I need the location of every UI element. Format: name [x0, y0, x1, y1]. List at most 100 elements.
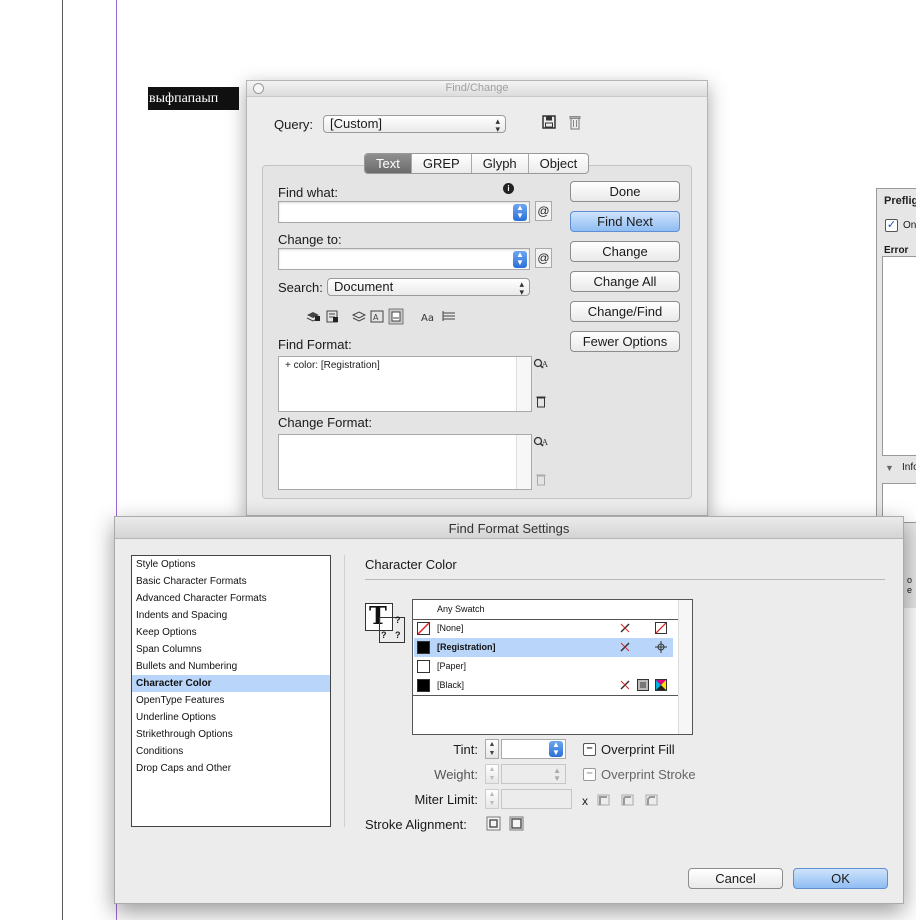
clear-find-format-icon[interactable]: [535, 395, 547, 413]
find-next-button[interactable]: Find Next: [570, 211, 680, 232]
swatch-paper[interactable]: [Paper]: [414, 657, 673, 676]
category-style-options[interactable]: Style Options: [132, 556, 330, 573]
category-indents-and-spacing[interactable]: Indents and Spacing: [132, 607, 330, 624]
category-drop-caps-and-other[interactable]: Drop Caps and Other: [132, 760, 330, 777]
preflight-info-label: Info: [902, 462, 916, 473]
info-icon[interactable]: i: [503, 183, 514, 194]
case-sensitive-icon: Aa: [421, 313, 434, 324]
miter-limit-label: Miter Limit:: [414, 792, 478, 807]
tab-object[interactable]: Object: [529, 154, 589, 173]
specify-find-format-icon[interactable]: A: [533, 358, 549, 377]
change-to-input[interactable]: ▲ ▼: [278, 248, 530, 270]
tab-text[interactable]: Text: [365, 154, 412, 173]
category-keep-options[interactable]: Keep Options: [132, 624, 330, 641]
process-color-icon: [637, 679, 649, 691]
swatch-any-swatch[interactable]: Any Swatch: [414, 600, 673, 619]
search-option-toggles: A Aa: [305, 307, 465, 325]
find-what-history-icon[interactable]: ▲ ▼: [513, 204, 527, 221]
category-opentype-features[interactable]: OpenType Features: [132, 692, 330, 709]
change-format-scrollbar[interactable]: [516, 435, 531, 489]
svg-text:A: A: [541, 438, 548, 447]
query-label: Query:: [274, 117, 314, 132]
change-find-button[interactable]: Change/Find: [570, 301, 680, 322]
overprint-fill-label: Overprint Fill: [601, 742, 675, 757]
delete-query-icon[interactable]: [567, 115, 583, 133]
registration-swatch-chip: [417, 641, 430, 654]
cancel-button[interactable]: Cancel: [688, 868, 783, 889]
change-format-box[interactable]: [278, 434, 532, 490]
change-all-button[interactable]: Change All: [570, 271, 680, 292]
find-change-titlebar[interactable]: Find/Change: [247, 81, 707, 97]
none-icon: [655, 622, 667, 634]
page-edge-line: [62, 0, 63, 920]
find-what-input[interactable]: ▲ ▼: [278, 201, 530, 223]
tab-grep[interactable]: GREP: [412, 154, 472, 173]
find-format-scrollbar[interactable]: [516, 357, 531, 411]
category-conditions[interactable]: Conditions: [132, 743, 330, 760]
cannot-edit-icon: [619, 679, 631, 691]
ok-button[interactable]: OK: [793, 868, 888, 889]
change-special-character-button[interactable]: @: [535, 248, 552, 268]
tint-label: Tint:: [453, 742, 478, 757]
query-value: [Custom]: [330, 116, 383, 131]
search-scope-dropdown[interactable]: Document ▴ ▾: [327, 278, 530, 297]
swatch-list-bottom-line: [413, 695, 679, 696]
find-format-label: Find Format:: [278, 337, 352, 352]
change-format-label: Change Format:: [278, 415, 372, 430]
cannot-edit-icon: [619, 641, 631, 653]
include-locked-layers-icon: [306, 312, 320, 322]
tint-dropdown-icon[interactable]: ▲ ▼: [549, 741, 563, 757]
include-footnotes-icon: [388, 308, 404, 325]
section-rule: [365, 579, 885, 580]
miter-limit-stepper: ▲ ▼: [485, 789, 499, 809]
swatch-black[interactable]: [Black]: [414, 676, 673, 695]
preflight-on-checkbox[interactable]: ✓: [885, 219, 898, 232]
search-label: Search:: [278, 280, 323, 295]
save-query-icon[interactable]: [541, 115, 557, 132]
tint-stepper[interactable]: ▲ ▼: [485, 739, 499, 759]
category-bullets-and-numbering[interactable]: Bullets and Numbering: [132, 658, 330, 675]
change-button[interactable]: Change: [570, 241, 680, 262]
specify-change-format-icon[interactable]: A: [533, 436, 549, 455]
fill-stroke-text-icon[interactable]: T ? ? ?: [365, 601, 405, 643]
category-advanced-character-formats[interactable]: Advanced Character Formats: [132, 590, 330, 607]
weight-dropdown-icon: ▲ ▼: [553, 766, 561, 783]
find-format-settings-dialog: Find Format Settings Style Options Basic…: [114, 516, 904, 904]
category-divider: [344, 555, 345, 827]
stroke-unknown-icon-2: ?: [395, 630, 401, 640]
preflight-error-list[interactable]: [882, 256, 916, 456]
popup-arrows-icon: ▴ ▾: [519, 279, 524, 297]
swatch-none[interactable]: [None]: [414, 619, 673, 638]
overprint-stroke-checkbox: –: [583, 768, 596, 781]
category-underline-options[interactable]: Underline Options: [132, 709, 330, 726]
find-format-box[interactable]: + color: [Registration]: [278, 356, 532, 412]
fill-unknown-icon: ?: [395, 615, 401, 625]
join-type-icons: [597, 793, 661, 812]
preflight-on-label: On: [903, 220, 916, 231]
category-character-color[interactable]: Character Color: [132, 675, 330, 692]
done-button[interactable]: Done: [570, 181, 680, 202]
stroke-alignment-label: Stroke Alignment:: [365, 817, 467, 832]
tab-glyph[interactable]: Glyph: [472, 154, 529, 173]
overprint-stroke-label: Overprint Stroke: [601, 767, 696, 782]
selected-document-text[interactable]: выфпапаып: [148, 87, 239, 110]
change-to-history-icon[interactable]: ▲ ▼: [513, 251, 527, 268]
fewer-options-button[interactable]: Fewer Options: [570, 331, 680, 352]
format-category-list: Style Options Basic Character Formats Ad…: [131, 555, 331, 827]
category-strikethrough-options[interactable]: Strikethrough Options: [132, 726, 330, 743]
tint-field[interactable]: ▲ ▼: [501, 739, 566, 759]
none-swatch-chip: [417, 622, 430, 635]
overprint-fill-checkbox[interactable]: –: [583, 743, 596, 756]
swatch-registration[interactable]: [Registration]: [414, 638, 673, 657]
find-special-character-button[interactable]: @: [535, 201, 552, 221]
category-span-columns[interactable]: Span Columns: [132, 641, 330, 658]
query-dropdown[interactable]: [Custom] ▴ ▾: [323, 115, 506, 134]
disclosure-triangle-icon[interactable]: ▼: [885, 463, 894, 473]
preflight-bottom-text: o e: [907, 575, 913, 595]
black-swatch-chip: [417, 679, 430, 692]
preflight-title: Preflig: [884, 195, 916, 207]
category-basic-character-formats[interactable]: Basic Character Formats: [132, 573, 330, 590]
find-format-settings-titlebar[interactable]: Find Format Settings: [115, 517, 903, 539]
search-scope-value: Document: [334, 279, 394, 294]
swatch-scrollbar[interactable]: [678, 600, 692, 734]
